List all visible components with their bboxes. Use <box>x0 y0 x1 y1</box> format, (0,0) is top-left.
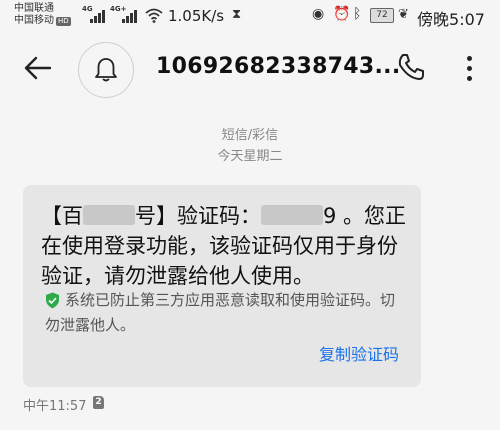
message-bubble[interactable]: 【百 号】验证码： 9 。您正在使用登录功能，该验证码仅用于身份验证，请勿泄露给他人… <box>23 185 421 387</box>
contact-number: 10692682338743... <box>156 54 401 79</box>
bell-icon <box>95 58 117 82</box>
hourglass-icon: ⧗ <box>232 7 242 22</box>
eye-icon: ◉ <box>312 6 325 22</box>
bluetooth-icon: ᛒ <box>353 6 362 22</box>
message-body: 【百 号】验证码： 9 。您正在使用登录功能，该验证码仅用于身份验证，请勿泄露给他人… <box>41 201 411 291</box>
redacted-code <box>261 205 323 225</box>
message-sender-prefix: 【百 <box>41 204 83 228</box>
conversation-header: 10692682338743... <box>0 34 500 100</box>
wifi-icon <box>145 8 163 23</box>
alarm-icon: ⏰ <box>333 6 351 22</box>
notification-toggle-button[interactable] <box>78 42 134 98</box>
battery-indicator: 72 <box>370 8 394 23</box>
power-saving-icon: ❦ <box>398 7 409 22</box>
security-notice-text: 系统已防止第三方应用恶意读取和使用验证码。切勿泄露他人。 <box>45 291 396 334</box>
status-bar: 中国联通 中国移动 HD 4G 4G+ 1.05K/s ⧗ ◉ ⏰ ᛒ 72 ❦ … <box>0 0 500 34</box>
phone-icon[interactable] <box>396 52 426 82</box>
sim-slot-badge: 2 <box>93 396 104 409</box>
security-notice: 系统已防止第三方应用恶意读取和使用验证码。切勿泄露他人。 <box>45 288 405 338</box>
date-divider: 今天星期二 <box>217 149 283 164</box>
more-vert-icon[interactable] <box>460 54 480 84</box>
hd-badge: HD <box>56 17 71 26</box>
carrier-1: 中国联通 <box>14 3 54 14</box>
message-code-label: 号】验证码： <box>135 204 261 228</box>
shield-icon <box>46 292 59 309</box>
carrier-labels: 中国联通 中国移动 HD <box>14 3 71 27</box>
redacted-sender <box>83 205 135 225</box>
status-clock: 傍晚5:07 <box>417 10 485 29</box>
network-speed: 1.05K/s <box>168 7 225 25</box>
message-type-label: 短信/彩信 <box>221 128 279 143</box>
message-time: 中午11:57 <box>23 399 87 414</box>
copy-code-button[interactable]: 复制验证码 <box>319 341 399 365</box>
back-arrow-icon[interactable] <box>22 52 54 84</box>
carrier-2: 中国移动 <box>14 15 54 26</box>
